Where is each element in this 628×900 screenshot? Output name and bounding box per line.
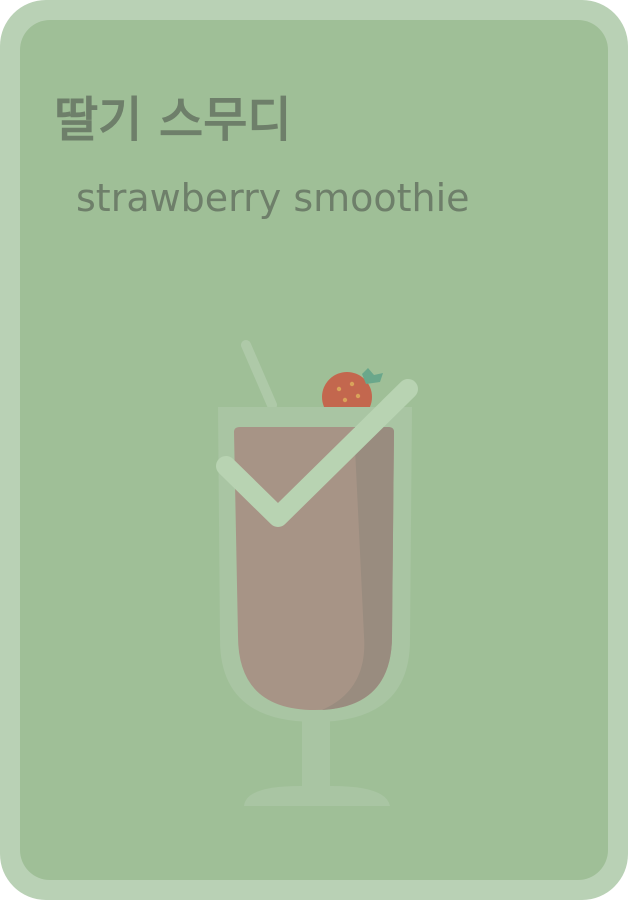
flashcard[interactable]: 딸기 스무디 strawberry smoothie bbox=[0, 0, 628, 900]
strawberry-smoothie-icon bbox=[216, 340, 418, 806]
word-korean: 딸기 스무디 bbox=[54, 92, 292, 148]
word-english: strawberry smoothie bbox=[76, 176, 470, 220]
